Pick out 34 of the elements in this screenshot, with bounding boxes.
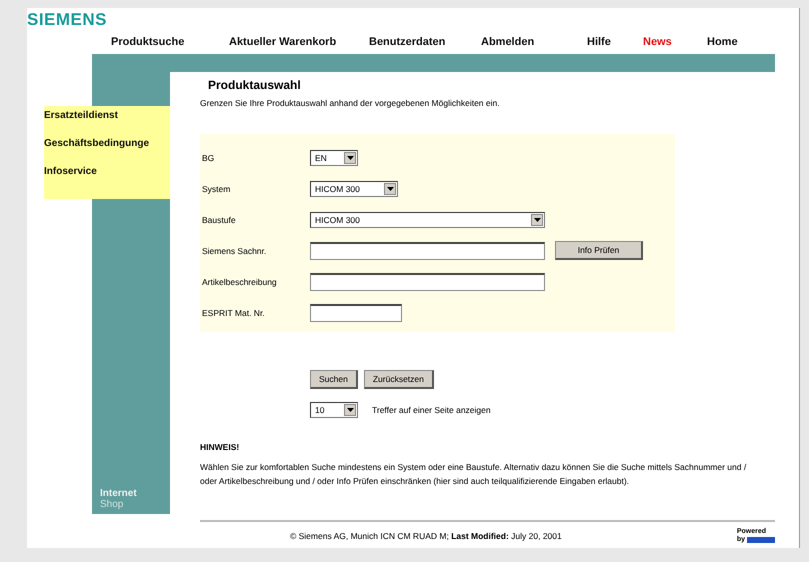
input-field[interactable] — [310, 272, 545, 290]
nav-link[interactable]: Aktueller Warenkorb — [229, 36, 369, 48]
nav-link[interactable]: Hilfe — [587, 36, 643, 48]
nav-link[interactable]: Produktsuche — [111, 36, 229, 48]
nav-link[interactable]: News — [643, 36, 707, 48]
form-button[interactable]: Zurücksetzen — [364, 370, 434, 389]
nav-link[interactable]: Home — [707, 36, 738, 48]
input-field[interactable] — [310, 304, 402, 322]
per-page-label: Treffer auf einer Seite anzeigen — [372, 405, 491, 415]
nav-link[interactable]: Benutzerdaten — [369, 36, 481, 48]
side-menu-item[interactable]: Ersatzteildienst — [44, 110, 170, 121]
field-label: BG — [201, 152, 216, 162]
dropdown[interactable]: 10 — [310, 402, 358, 418]
field-label: Artikelbeschreibung — [201, 276, 278, 286]
field-label: Baustufe — [201, 214, 237, 224]
form-button[interactable]: Suchen — [310, 370, 358, 389]
dropdown[interactable]: HICOM 300 — [310, 180, 398, 196]
side-menu-item[interactable]: Geschäftsbedingunge — [44, 138, 170, 149]
field-label: ESPRIT Mat. Nr. — [201, 308, 266, 318]
nav-link[interactable]: Abmelden — [481, 36, 587, 48]
dropdown[interactable]: EN — [310, 150, 358, 166]
field-label: Siemens Sachnr. — [201, 246, 268, 256]
sidebar-caption: Shop — [100, 499, 124, 510]
sidebar-caption: Internet — [100, 488, 138, 499]
info-button[interactable]: Info Prüfen — [555, 241, 643, 260]
footer-text: © Siemens AG, Munich ICN CM RUAD M; Last Modified: July 20, 2001 — [290, 531, 562, 541]
input-field[interactable] — [310, 242, 545, 260]
page-title: Produktauswahl — [208, 78, 302, 92]
side-menu-item[interactable]: Infoservice — [44, 166, 170, 177]
hint-heading: HINWEIS! — [200, 442, 240, 452]
hint-text: Wählen Sie zur komfortablen Suche mindestens ein System oder eine Baustufe. Alternativ dazu können Sie die Suche mittels Sachnummer und / oder Artikelbeschreibung und / oder Info Prüfen einschränken (hier sind auch teilqualifizierende Eingaben erlaubt). — [200, 461, 748, 488]
dropdown[interactable]: HICOM 300 — [310, 212, 545, 228]
intro-text: Grenzen Sie Ihre Produktauswahl anhand der vorgegebenen Möglichkeiten ein. — [200, 98, 501, 108]
field-label: System — [201, 184, 232, 194]
